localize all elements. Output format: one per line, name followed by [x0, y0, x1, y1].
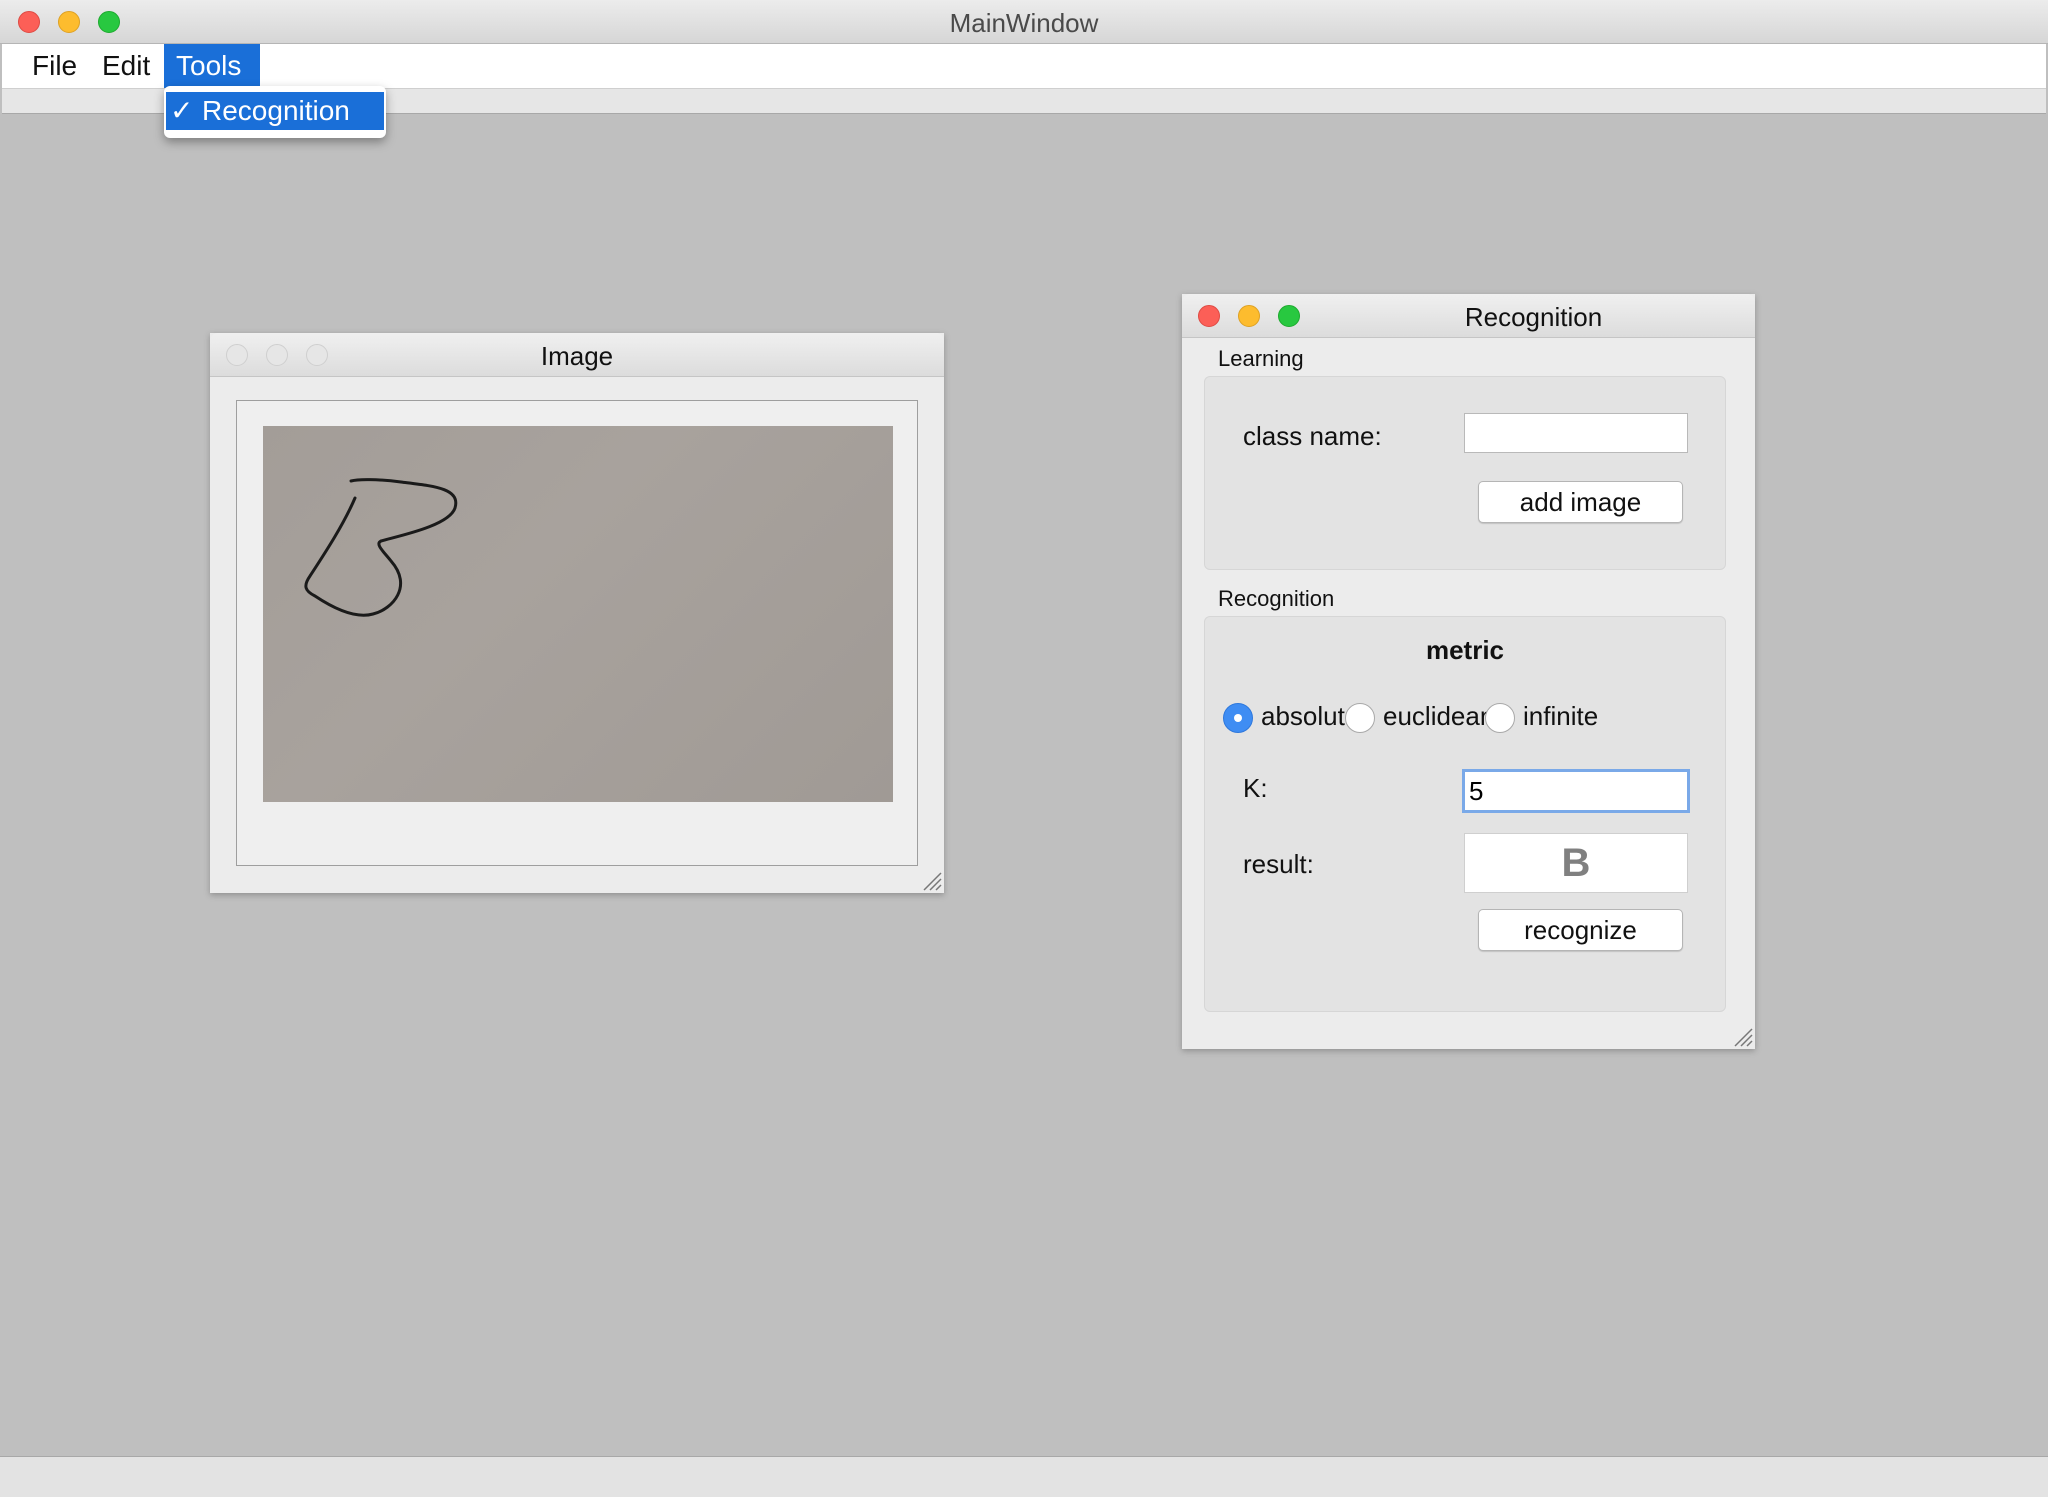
result-display: B — [1464, 833, 1688, 893]
main-title-bar: MainWindow — [0, 0, 2048, 44]
menubar: File Edit Tools — [2, 44, 2046, 89]
menu-item-recognition-label: Recognition — [202, 95, 350, 126]
minimize-icon[interactable] — [1238, 305, 1260, 327]
handwritten-letter-b-drawing — [304, 478, 458, 617]
radio-absolute[interactable] — [1223, 703, 1253, 733]
menu-tools[interactable]: Tools — [164, 44, 260, 88]
learning-group: class name: add image — [1204, 376, 1726, 570]
recognition-window-title: Recognition — [1464, 302, 1603, 332]
recognition-group: metric absolute euclidean infinite K: re… — [1204, 616, 1726, 1012]
resize-grip-icon[interactable] — [1731, 1025, 1753, 1047]
menu-file[interactable]: File — [20, 44, 89, 88]
image-window-title-bar: Image — [210, 333, 944, 377]
image-frame — [236, 400, 918, 866]
window-title: MainWindow — [949, 8, 1099, 38]
radio-euclidean[interactable] — [1345, 703, 1375, 733]
k-input[interactable] — [1462, 769, 1690, 813]
handwritten-image — [263, 426, 893, 802]
class-name-input[interactable] — [1464, 413, 1688, 453]
tools-dropdown-menu: ✓ Recognition — [164, 86, 386, 138]
k-label: K: — [1243, 773, 1268, 803]
class-name-label: class name: — [1243, 421, 1382, 451]
add-image-button[interactable]: add image — [1478, 481, 1683, 523]
recognition-group-label: Recognition — [1218, 586, 1335, 611]
recognition-window-title-bar: Recognition — [1182, 294, 1755, 338]
zoom-icon[interactable] — [1278, 305, 1300, 327]
menu-edit[interactable]: Edit — [90, 44, 162, 88]
result-label: result: — [1243, 849, 1314, 879]
recognition-window: Recognition Learning class name: add ima… — [1182, 294, 1755, 1049]
learning-group-label: Learning — [1218, 346, 1304, 371]
radio-infinite[interactable] — [1485, 703, 1515, 733]
checkmark-icon: ✓ — [170, 94, 194, 127]
menu-item-recognition[interactable]: ✓ Recognition — [166, 92, 384, 130]
radio-infinite-label[interactable]: infinite — [1523, 701, 1598, 732]
status-bar — [0, 1456, 2048, 1497]
radio-euclidean-label[interactable]: euclidean — [1383, 701, 1494, 732]
resize-grip-icon[interactable] — [920, 869, 942, 891]
close-icon[interactable] — [1198, 305, 1220, 327]
image-window-title: Image — [540, 341, 614, 371]
metric-heading: metric — [1425, 635, 1505, 665]
image-window: Image — [210, 333, 944, 893]
recognize-button[interactable]: recognize — [1478, 909, 1683, 951]
